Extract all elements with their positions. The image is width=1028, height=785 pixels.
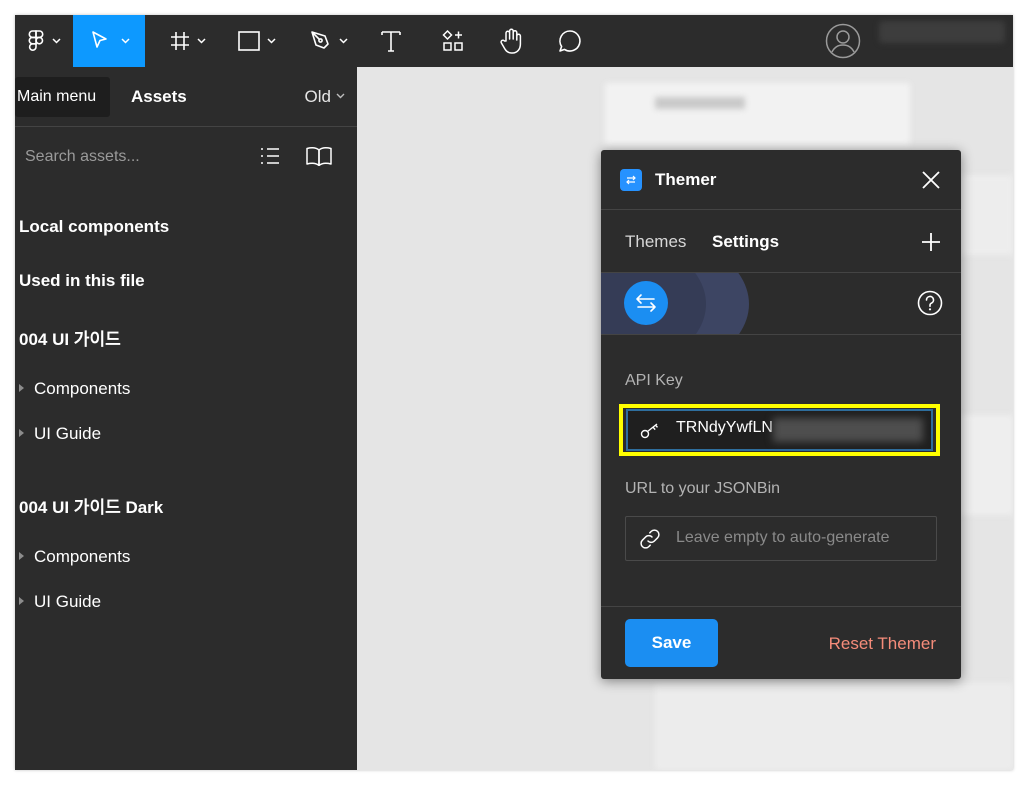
chevron-down-icon	[266, 38, 276, 44]
list-view-icon[interactable]	[259, 146, 281, 166]
text-t-icon	[381, 31, 401, 52]
toolbar	[15, 15, 1013, 67]
key-icon	[640, 423, 659, 439]
themer-dialog: Themer Themes Settings API Key TRNdyYwfL…	[601, 150, 961, 679]
dialog-header: Themer	[601, 150, 961, 210]
close-icon[interactable]	[921, 170, 941, 190]
comment-tool-button[interactable]	[550, 15, 590, 67]
tree-section-local-components[interactable]: Local components	[19, 217, 169, 237]
canvas-frame-top	[605, 83, 910, 145]
jsonbin-url-field[interactable]	[625, 516, 937, 561]
expand-arrow-icon[interactable]	[19, 429, 24, 437]
dialog-footer: Save Reset Themer	[601, 606, 961, 679]
api-key-field[interactable]: TRNdyYwfLN	[626, 409, 933, 451]
library-book-icon[interactable]	[305, 146, 333, 166]
comment-bubble-icon	[559, 30, 581, 52]
tree-section-ui-guide-library[interactable]: 004 UI 가이드	[19, 325, 121, 350]
frame-hash-icon	[170, 32, 189, 50]
chevron-down-icon	[120, 38, 130, 44]
chevron-down-icon	[338, 38, 348, 44]
sync-button[interactable]	[624, 281, 668, 325]
api-key-redacted	[773, 418, 923, 442]
rectangle-icon	[237, 31, 260, 51]
figma-logo-icon	[28, 30, 43, 51]
text-tool-button[interactable]	[371, 15, 411, 67]
canvas-frame-right	[960, 175, 1013, 255]
plus-icon[interactable]	[921, 232, 941, 252]
pen-icon	[310, 31, 329, 49]
panel-tabs: Main menu Assets Old	[15, 67, 357, 127]
main-menu-tooltip: Main menu	[15, 77, 111, 117]
tree-item-ui-guide-dark[interactable]: UI Guide	[34, 592, 101, 612]
resources-icon	[442, 29, 463, 51]
sync-arrows-icon	[636, 294, 656, 312]
hand-icon	[500, 28, 522, 54]
chevron-down-icon	[336, 93, 345, 99]
chevron-down-icon	[51, 38, 61, 44]
tab-assets[interactable]: Assets	[131, 67, 187, 127]
tab-settings[interactable]: Settings	[712, 211, 779, 273]
asset-search-row	[15, 127, 357, 187]
library-dropdown[interactable]: Old	[305, 67, 331, 127]
shape-tool-button[interactable]	[229, 15, 283, 67]
figma-window: Main menu Assets Old Local components Us…	[15, 15, 1013, 770]
resources-tool-button[interactable]	[433, 15, 473, 67]
move-cursor-icon	[91, 31, 107, 48]
jsonbin-url-label: URL to your JSONBin	[625, 480, 781, 497]
pen-tool-button[interactable]	[299, 15, 357, 67]
canvas-frame-top-label	[655, 97, 745, 109]
sync-row	[601, 273, 961, 335]
tree-item-components[interactable]: Components	[34, 379, 130, 399]
save-button[interactable]: Save	[625, 619, 718, 667]
expand-arrow-icon[interactable]	[19, 552, 24, 560]
reset-themer-link[interactable]: Reset Themer	[829, 607, 936, 679]
tree-section-ui-guide-dark-library[interactable]: 004 UI 가이드 Dark	[19, 493, 163, 518]
link-icon	[640, 529, 660, 549]
user-avatar-button[interactable]	[820, 15, 866, 67]
tree-item-ui-guide[interactable]: UI Guide	[34, 424, 101, 444]
chevron-down-icon	[196, 38, 206, 44]
tree-item-components-dark[interactable]: Components	[34, 547, 130, 567]
dialog-tabs: Themes Settings	[601, 211, 961, 273]
tree-section-used-in-file[interactable]: Used in this file	[19, 271, 145, 291]
hand-tool-button[interactable]	[491, 15, 531, 67]
expand-arrow-icon[interactable]	[19, 384, 24, 392]
assets-panel: Main menu Assets Old Local components Us…	[15, 67, 357, 770]
frame-tool-button[interactable]	[160, 15, 214, 67]
api-key-label: API Key	[625, 372, 683, 389]
help-question-icon[interactable]	[917, 290, 943, 316]
search-assets-input[interactable]	[25, 145, 245, 169]
avatar-icon	[825, 23, 861, 59]
figma-menu-button[interactable]	[15, 15, 73, 67]
canvas-frame-bottom	[655, 683, 1013, 770]
dialog-title: Themer	[655, 170, 717, 189]
move-tool-button[interactable]	[73, 15, 145, 67]
api-key-value: TRNdyYwfLN	[676, 419, 773, 436]
jsonbin-url-input[interactable]	[676, 527, 926, 549]
themer-plugin-icon	[620, 169, 642, 191]
tab-themes[interactable]: Themes	[625, 211, 686, 273]
canvas-frame-right-2	[960, 415, 1013, 515]
user-name-redacted	[879, 21, 1005, 43]
expand-arrow-icon[interactable]	[19, 597, 24, 605]
